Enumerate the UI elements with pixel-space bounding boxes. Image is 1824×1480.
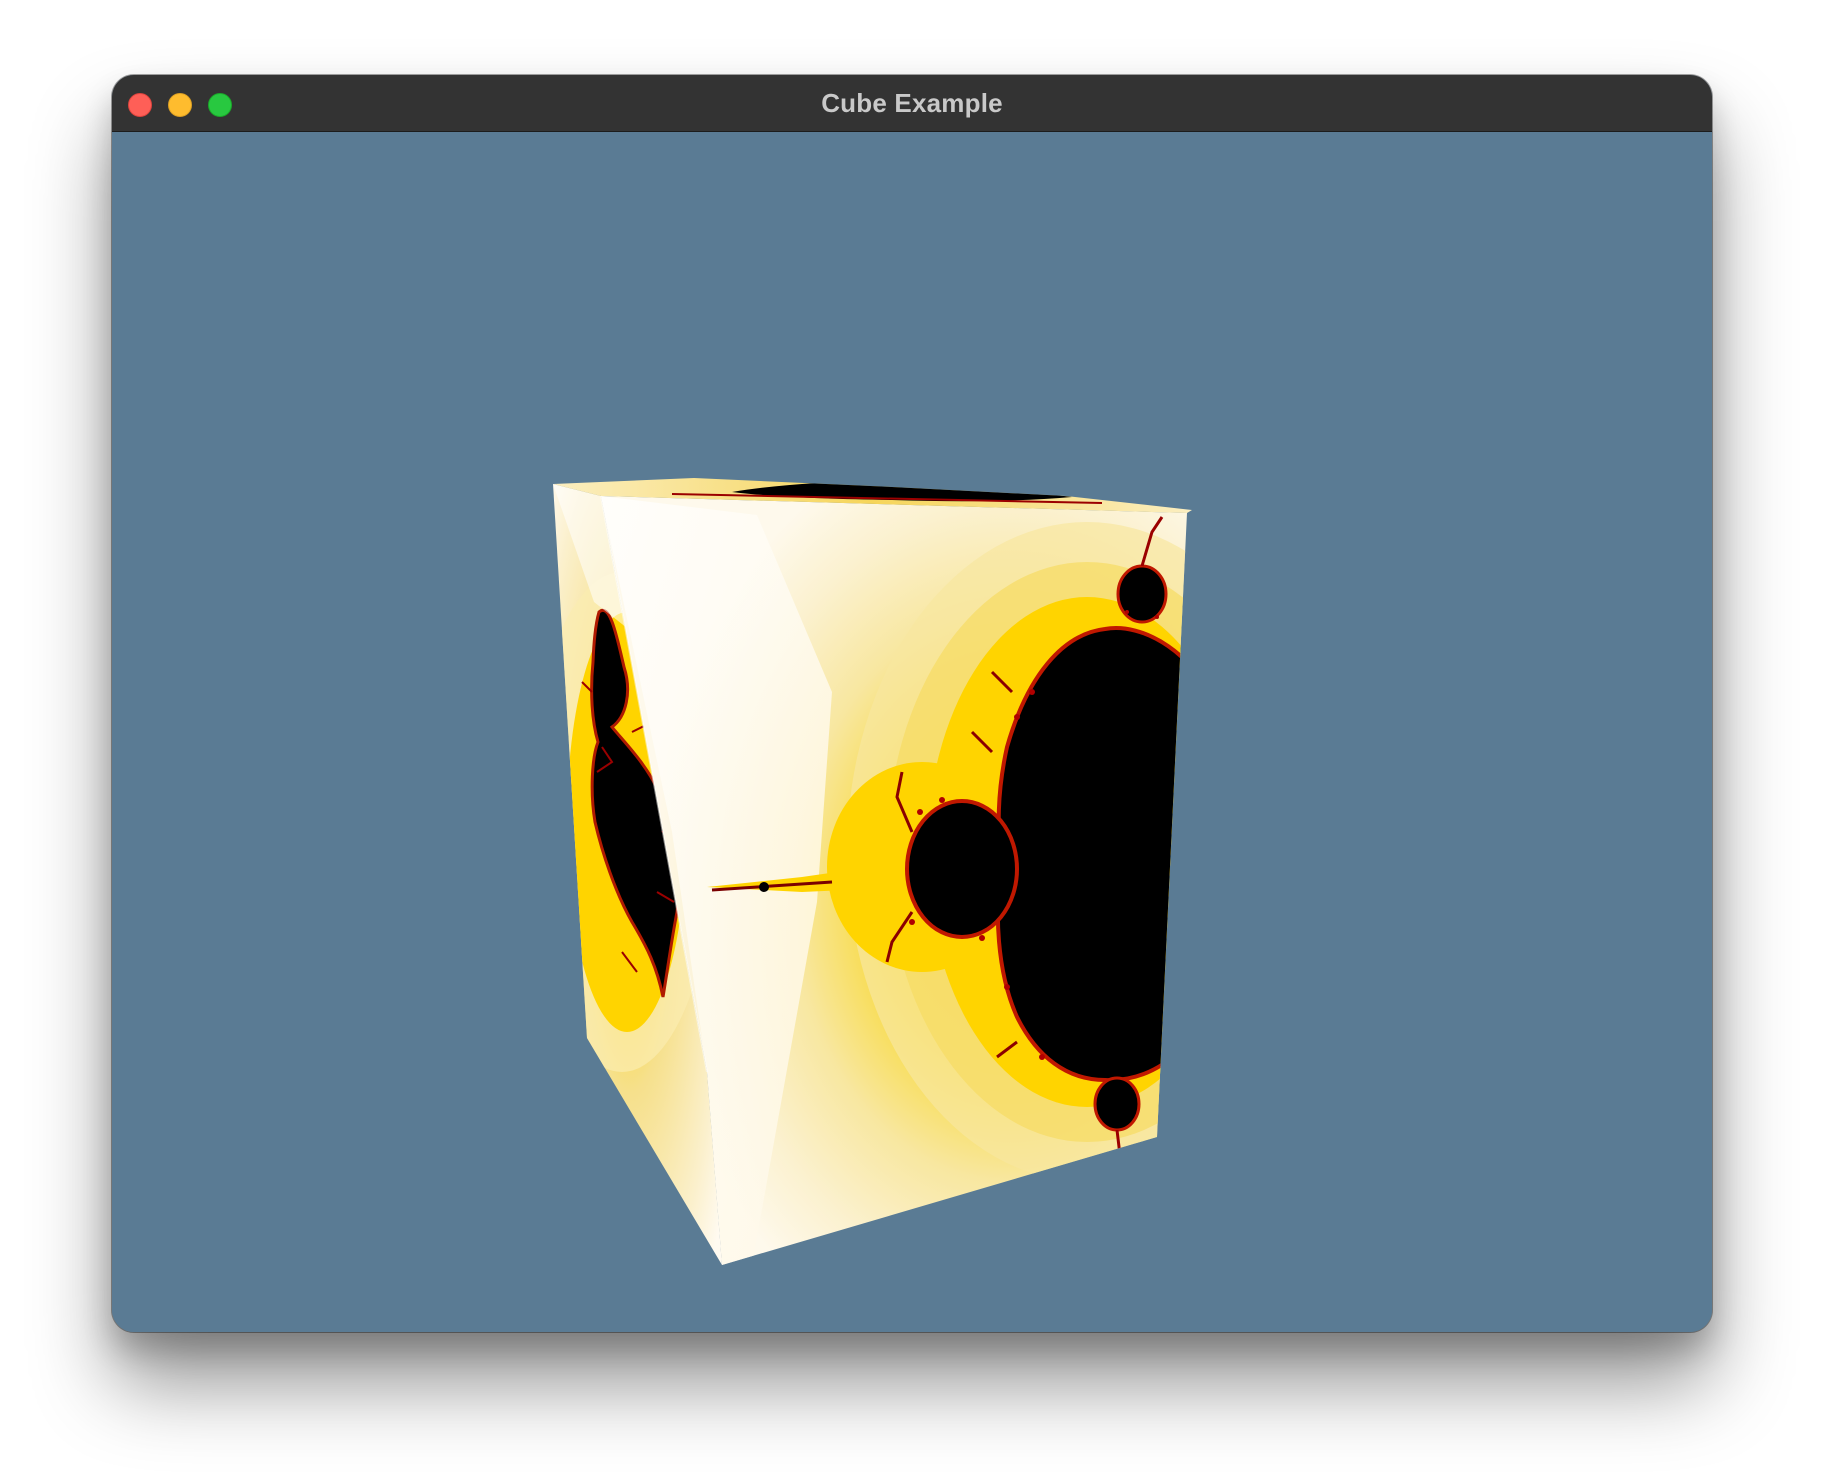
cube-scene <box>553 478 1192 1265</box>
title-bar[interactable]: Cube Example <box>112 75 1712 132</box>
render-viewport[interactable] <box>112 132 1712 1332</box>
window-title: Cube Example <box>821 88 1003 118</box>
app-window: Cube Example <box>112 75 1712 1332</box>
